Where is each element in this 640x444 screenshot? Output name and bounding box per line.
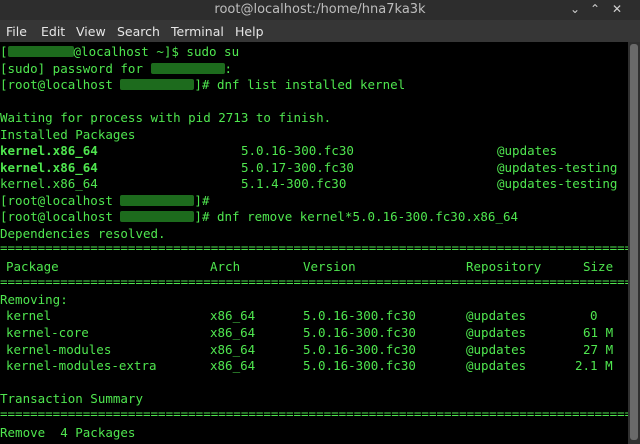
window-title: root@localhost:/home/hna7ka3k	[214, 2, 426, 17]
package-repo: @updates-testing	[497, 160, 618, 175]
menu-help[interactable]: Help	[235, 24, 264, 39]
package-version: 5.1.4-300.fc30	[241, 176, 347, 191]
scrollbar-thumb[interactable]	[630, 44, 638, 440]
terminal-line: Waiting for process with pid 2713 to fin…	[0, 110, 332, 125]
remove-summary: Remove 4 Packages	[0, 425, 136, 440]
package-name: kernel.x86_64	[0, 143, 98, 158]
table-cell-size: 27 M	[583, 342, 614, 357]
package-repo: @updates	[497, 143, 558, 158]
column-header-repository: Repository	[466, 259, 542, 274]
table-cell-repository: @updates	[466, 358, 527, 373]
separator-line: ========================================…	[0, 274, 628, 289]
menu-terminal[interactable]: Terminal	[171, 24, 224, 39]
table-cell-arch: x86_64	[210, 308, 256, 323]
terminal-output[interactable]: [@localhost ~]$ sudo su [sudo] password …	[0, 42, 628, 444]
menu-file[interactable]: File	[6, 24, 27, 39]
package-version: 5.0.16-300.fc30	[241, 143, 354, 158]
table-cell-arch: x86_64	[210, 342, 256, 357]
terminal-line: Installed Packages	[0, 127, 136, 142]
menu-edit[interactable]: Edit	[41, 24, 65, 39]
table-cell-package: kernel-modules	[6, 342, 112, 357]
redacted-username	[7, 46, 74, 57]
terminal-line: [sudo] password for :	[0, 61, 233, 76]
table-cell-arch: x86_64	[210, 358, 256, 373]
column-header-size: Size	[583, 259, 614, 274]
separator-line: ========================================…	[0, 406, 628, 421]
terminal-window: root@localhost:/home/hna7ka3k ⌄ ⌃ ✕ File…	[0, 0, 640, 444]
table-cell-package: kernel	[6, 308, 52, 323]
table-cell-package: kernel-modules-extra	[6, 358, 157, 373]
column-header-version: Version	[303, 259, 356, 274]
table-cell-repository: @updates	[466, 325, 527, 340]
table-cell-version: 5.0.16-300.fc30	[303, 358, 416, 373]
table-cell-repository: @updates	[466, 308, 527, 323]
column-header-package: Package	[6, 259, 59, 274]
terminal-line: [root@localhost ]#	[0, 193, 210, 208]
transaction-summary: Transaction Summary	[0, 391, 143, 406]
terminal-line: [@localhost ~]$ sudo su	[0, 44, 240, 59]
table-cell-arch: x86_64	[210, 325, 256, 340]
table-cell-version: 5.0.16-300.fc30	[303, 308, 416, 323]
menu-search[interactable]: Search	[117, 24, 160, 39]
table-cell-version: 5.0.16-300.fc30	[303, 325, 416, 340]
table-cell-size: 61 M	[583, 325, 614, 340]
package-name: kernel.x86_64	[0, 176, 98, 191]
redacted-username	[150, 63, 225, 74]
vertical-scrollbar[interactable]	[628, 42, 640, 444]
table-cell-package: kernel-core	[6, 325, 89, 340]
package-version: 5.0.17-300.fc30	[241, 160, 354, 175]
redacted-username	[120, 79, 195, 90]
package-name: kernel.x86_64	[0, 160, 98, 175]
close-icon[interactable]: ✕	[612, 2, 622, 16]
table-cell-size: 0	[590, 308, 598, 323]
menu-view[interactable]: View	[76, 24, 106, 39]
redacted-username	[120, 195, 195, 206]
table-cell-repository: @updates	[466, 342, 527, 357]
terminal-line: [root@localhost ]# dnf remove kernel*5.0…	[0, 209, 519, 224]
title-bar: root@localhost:/home/hna7ka3k ⌄ ⌃ ✕	[0, 0, 640, 20]
terminal-line: [root@localhost ]# dnf list installed ke…	[0, 77, 406, 92]
redacted-username	[120, 211, 195, 222]
minimize-icon[interactable]: ⌄	[570, 2, 580, 16]
column-header-arch: Arch	[210, 259, 241, 274]
menu-bar: File Edit View Search Terminal Help	[0, 20, 640, 42]
removing-label: Removing:	[0, 292, 68, 307]
separator-line: ========================================…	[0, 240, 628, 255]
package-repo: @updates-testing	[497, 176, 618, 191]
table-cell-size: 2.1 M	[575, 358, 613, 373]
table-cell-version: 5.0.16-300.fc30	[303, 342, 416, 357]
maximize-icon[interactable]: ⌃	[590, 2, 600, 16]
